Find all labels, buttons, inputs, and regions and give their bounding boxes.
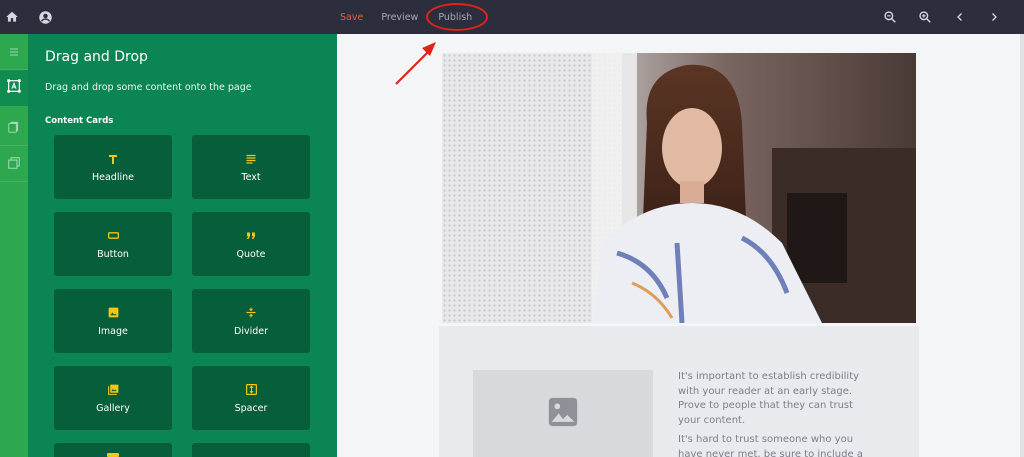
- card-label: Spacer: [234, 402, 268, 414]
- account-circle-icon[interactable]: [36, 8, 54, 26]
- rail-item-drag-drop[interactable]: [0, 70, 28, 106]
- drag-drop-panel: Drag and Drop Drag and drop some content…: [28, 34, 337, 457]
- quote-icon: [244, 229, 258, 243]
- chevron-left-icon[interactable]: [951, 8, 969, 26]
- text-icon: [244, 152, 258, 166]
- paragraph: It's hard to trust someone who you have …: [678, 434, 863, 457]
- content-card-headline[interactable]: Headline: [54, 135, 172, 199]
- content-card-partial[interactable]: [192, 443, 310, 457]
- page-canvas: It's important to establish credibility …: [337, 34, 1024, 457]
- image-placeholder-icon: [546, 395, 580, 433]
- left-icon-rail: [0, 34, 28, 457]
- hero-image[interactable]: [442, 53, 916, 323]
- panel-subtitle: Drag and drop some content onto the page: [45, 82, 252, 93]
- content-card-button[interactable]: Button: [54, 212, 172, 276]
- card-label: Quote: [236, 248, 266, 260]
- list-icon: [8, 43, 20, 62]
- save-link[interactable]: Save: [340, 12, 363, 23]
- content-card-quote[interactable]: Quote: [192, 212, 310, 276]
- spacer-icon: [244, 383, 258, 397]
- partial-card-icon: [107, 453, 119, 457]
- paragraph: It's important to establish credibility …: [678, 371, 860, 426]
- annotation-arrow: [395, 42, 436, 85]
- panel-title: Drag and Drop: [45, 49, 148, 65]
- image-placeholder[interactable]: [473, 370, 653, 457]
- layers-icon: [7, 155, 21, 174]
- content-card-text[interactable]: Text: [192, 135, 310, 199]
- card-label: Button: [97, 248, 129, 260]
- image-icon: [106, 306, 120, 320]
- content-card-image[interactable]: Image: [54, 289, 172, 353]
- chevron-right-icon[interactable]: [985, 8, 1003, 26]
- rail-item-layers[interactable]: [0, 146, 28, 182]
- section-heading: Content Cards: [45, 116, 114, 126]
- pages-icon: [7, 119, 21, 138]
- card-label: Headline: [92, 171, 134, 183]
- rail-item-list[interactable]: [0, 34, 28, 70]
- content-card-divider[interactable]: Divider: [192, 289, 310, 353]
- headline-icon: [106, 152, 120, 166]
- card-label: Text: [241, 171, 261, 183]
- card-label: Gallery: [96, 402, 130, 414]
- card-label: Image: [98, 325, 128, 337]
- content-card-gallery[interactable]: Gallery: [54, 366, 172, 430]
- body-text[interactable]: It's important to establish credibility …: [678, 370, 868, 457]
- home-icon[interactable]: [3, 8, 21, 26]
- gallery-icon: [106, 383, 120, 397]
- content-card-partial[interactable]: [54, 443, 172, 457]
- zoom-out-icon[interactable]: [881, 8, 899, 26]
- publish-highlight-circle: [426, 3, 488, 31]
- card-label: Divider: [234, 325, 268, 337]
- content-card-spacer[interactable]: Spacer: [192, 366, 310, 430]
- button-icon: [106, 229, 120, 243]
- canvas-scrollbar[interactable]: [1020, 34, 1024, 457]
- top-toolbar: Save Preview Publish: [0, 0, 1024, 34]
- content-section: It's important to establish credibility …: [439, 326, 919, 457]
- divider-icon: [244, 306, 258, 320]
- zoom-in-icon[interactable]: [916, 8, 934, 26]
- preview-link[interactable]: Preview: [381, 12, 418, 23]
- drag-drop-icon: [6, 78, 22, 98]
- rail-item-pages[interactable]: [0, 110, 28, 146]
